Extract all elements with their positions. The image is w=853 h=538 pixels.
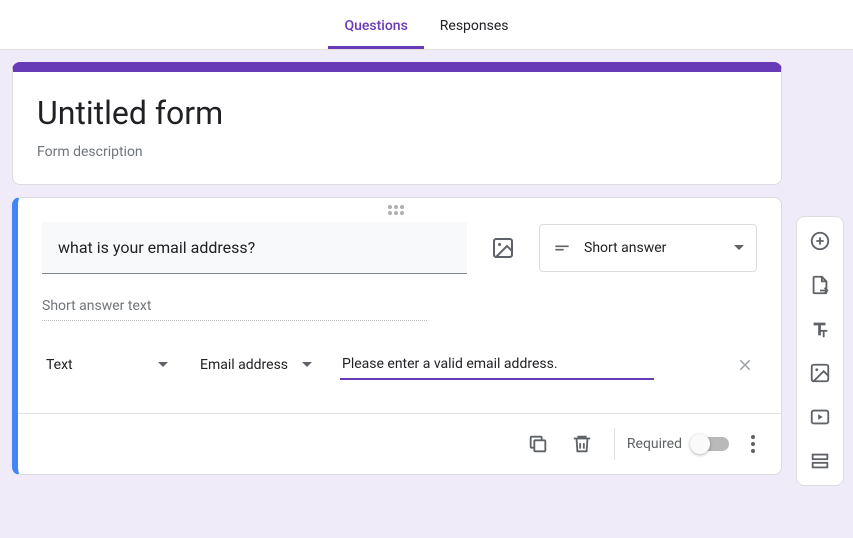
add-image-button-toolbar[interactable] bbox=[802, 355, 838, 391]
delete-button[interactable] bbox=[562, 424, 602, 464]
validation-subtype-select[interactable]: Email address bbox=[196, 349, 316, 381]
tab-responses[interactable]: Responses bbox=[424, 18, 525, 49]
add-image-button[interactable] bbox=[483, 228, 523, 268]
more-options-button[interactable] bbox=[741, 432, 765, 456]
add-section-button[interactable] bbox=[802, 443, 838, 479]
more-icon bbox=[751, 435, 755, 439]
validation-subtype-label: Email address bbox=[200, 357, 288, 373]
validation-type-select[interactable]: Text bbox=[42, 349, 172, 381]
question-type-select[interactable]: Short answer bbox=[539, 224, 757, 272]
question-title-input[interactable] bbox=[42, 222, 467, 274]
add-image-icon bbox=[809, 362, 831, 384]
drag-icon bbox=[388, 205, 412, 215]
import-questions-button[interactable] bbox=[802, 267, 838, 303]
section-icon bbox=[809, 450, 831, 472]
delete-icon bbox=[571, 433, 593, 455]
validation-type-label: Text bbox=[46, 357, 73, 373]
form-canvas: Untitled form Form description Sho bbox=[0, 50, 853, 487]
tab-bar: Questions Responses bbox=[0, 0, 853, 50]
form-title[interactable]: Untitled form bbox=[37, 94, 757, 132]
chevron-down-icon bbox=[158, 362, 168, 368]
add-title-button[interactable] bbox=[802, 311, 838, 347]
add-circle-icon bbox=[809, 230, 831, 252]
validation-message-input[interactable] bbox=[340, 350, 654, 380]
chevron-down-icon bbox=[302, 362, 312, 368]
add-video-button[interactable] bbox=[802, 399, 838, 435]
divider bbox=[614, 428, 615, 460]
close-icon bbox=[736, 356, 754, 374]
tab-questions[interactable]: Questions bbox=[328, 18, 423, 49]
validation-row: Text Email address bbox=[42, 349, 757, 389]
duplicate-button[interactable] bbox=[518, 424, 558, 464]
text-icon bbox=[809, 318, 831, 340]
chevron-down-icon bbox=[734, 245, 744, 251]
short-answer-icon bbox=[552, 238, 572, 258]
required-label: Required bbox=[627, 436, 682, 452]
question-card: Short answer Short answer text Text Emai… bbox=[12, 197, 782, 475]
add-question-button[interactable] bbox=[802, 223, 838, 259]
import-icon bbox=[809, 274, 831, 296]
form-header-card[interactable]: Untitled form Form description bbox=[12, 62, 782, 185]
question-type-label: Short answer bbox=[584, 240, 722, 256]
form-description[interactable]: Form description bbox=[37, 144, 757, 160]
remove-validation-button[interactable] bbox=[733, 353, 757, 377]
question-footer: Required bbox=[18, 413, 781, 474]
side-toolbar bbox=[796, 216, 844, 486]
required-toggle[interactable] bbox=[692, 437, 729, 451]
duplicate-icon bbox=[527, 433, 549, 455]
drag-handle[interactable] bbox=[18, 198, 781, 222]
image-icon bbox=[491, 236, 515, 260]
answer-area: Short answer text bbox=[42, 298, 427, 321]
video-icon bbox=[809, 406, 831, 428]
